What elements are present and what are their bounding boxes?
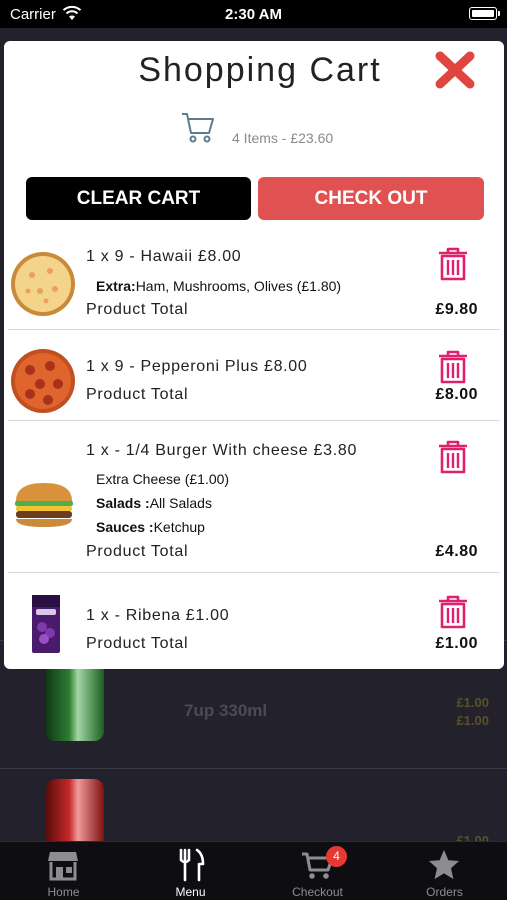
fork-knife-icon xyxy=(179,848,205,882)
tab-orders[interactable]: Orders xyxy=(381,842,507,900)
clear-cart-button[interactable]: CLEAR CART xyxy=(26,177,251,220)
sauces-label: Sauces : xyxy=(96,519,154,535)
cart-icon xyxy=(182,113,214,143)
star-icon xyxy=(429,850,459,879)
tab-label: Orders xyxy=(426,885,463,899)
product-name: 7up 330ml xyxy=(184,701,268,720)
product-price: £1.00 xyxy=(456,713,489,728)
product-total-value: £8.00 xyxy=(435,386,478,403)
tab-checkout[interactable]: 4 Checkout xyxy=(254,842,381,900)
cart-item: 1 x 9 - Hawaii £8.00 Extra:Ham, Mushroom… xyxy=(8,233,500,330)
tab-menu[interactable]: Menu xyxy=(127,842,254,900)
ribena-carton-image xyxy=(32,595,60,653)
cart-item: 1 x - 1/4 Burger With cheese £3.80 Extra… xyxy=(8,423,500,573)
product-total-value: £9.80 xyxy=(435,301,478,318)
item-title: 1 x 9 - Pepperoni Plus £8.00 xyxy=(86,358,308,375)
item-title: 1 x - 1/4 Burger With cheese £3.80 xyxy=(86,442,358,459)
pizza-image xyxy=(11,252,75,316)
sauces-value: Ketchup xyxy=(153,519,205,535)
product-total-label: Product Total xyxy=(86,635,189,652)
product-total-label: Product Total xyxy=(86,301,189,318)
burger-image xyxy=(15,483,73,527)
salads-label: Salads : xyxy=(96,495,150,511)
item-title: 1 x 9 - Hawaii £8.00 xyxy=(86,248,242,265)
tab-label: Home xyxy=(47,885,80,899)
trash-icon[interactable] xyxy=(436,246,470,282)
cart-item: 1 x 9 - Pepperoni Plus £8.00 Product Tot… xyxy=(8,332,500,421)
product-total-value: £1.00 xyxy=(435,635,478,652)
shopping-cart-modal: Shopping Cart 4 Items - £23.60 CLEAR CAR… xyxy=(4,41,504,669)
tab-label: Menu xyxy=(175,885,206,899)
pizza-image xyxy=(11,349,75,413)
store-icon xyxy=(48,852,78,881)
clock: 2:30 AM xyxy=(225,6,282,23)
trash-icon[interactable] xyxy=(436,439,470,475)
product-total-label: Product Total xyxy=(86,543,189,560)
close-icon[interactable] xyxy=(433,49,477,91)
cart-item: 1 x - Ribena £1.00 Product Total £1.00 xyxy=(8,575,500,669)
item-salads: Salads :All Salads xyxy=(96,495,212,511)
item-extra-line: Extra Cheese (£1.00) xyxy=(96,471,230,487)
check-out-button[interactable]: CHECK OUT xyxy=(258,177,484,220)
item-sauces: Sauces :Ketchup xyxy=(96,519,205,535)
tab-label: Checkout xyxy=(292,885,343,899)
salads-value: All Salads xyxy=(149,495,212,511)
extra-label: Extra: xyxy=(96,278,136,294)
tab-home[interactable]: Home xyxy=(0,842,127,900)
cart-count-badge: 4 xyxy=(326,846,347,867)
product-total-label: Product Total xyxy=(86,386,189,403)
modal-title: Shopping Cart xyxy=(138,51,382,89)
cart-summary: 4 Items - £23.60 xyxy=(232,130,334,146)
product-price: £1.00 xyxy=(456,695,489,710)
extra-value: Ham, Mushrooms, Olives (£1.80) xyxy=(135,278,342,294)
trash-icon[interactable] xyxy=(436,594,470,630)
status-bar: Carrier 2:30 AM xyxy=(0,0,507,28)
battery-icon xyxy=(469,7,500,20)
item-extras: Extra:Ham, Mushrooms, Olives (£1.80) xyxy=(96,278,341,294)
item-title: 1 x - Ribena £1.00 xyxy=(86,607,230,624)
product-total-value: £4.80 xyxy=(435,543,478,560)
tab-bar: Home Menu 4 Checkout Orders xyxy=(0,841,507,900)
trash-icon[interactable] xyxy=(436,349,470,385)
